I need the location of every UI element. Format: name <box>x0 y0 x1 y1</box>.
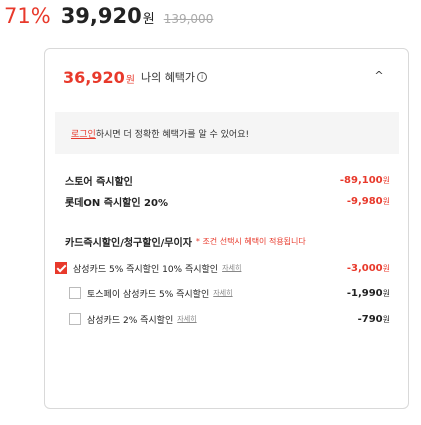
card-option-row[interactable]: 삼성카드 5% 즉시할인 10% 즉시할인 자세히 -3,000원 <box>55 260 390 276</box>
discount-label: 스토어 즉시할인 <box>65 176 133 188</box>
card-option-left: 토스페이 삼성카드 5% 즉시할인 자세히 <box>69 287 233 300</box>
card-discount-section-title: 카드즉시할인/청구할인/무이자 * 조건 선택시 혜택이 적용됩니다 <box>65 234 306 249</box>
card-option-detail-link[interactable]: 자세히 <box>177 314 196 324</box>
my-benefit-price-value: 36,920 <box>63 67 125 87</box>
card-option-checkbox[interactable] <box>55 262 67 274</box>
login-banner: 로그인 하시면 더 정확한 혜택가를 알 수 있어요! <box>55 112 399 154</box>
card-option-left: 삼성카드 2% 즉시할인 자세히 <box>69 313 197 326</box>
card-option-label: 삼성카드 5% 즉시할인 10% 즉시할인 <box>73 264 219 275</box>
card-option-label: 삼성카드 2% 즉시할인 <box>87 315 174 326</box>
card-option-left: 삼성카드 5% 즉시할인 10% 즉시할인 자세히 <box>55 262 241 275</box>
discount-row-store: 스토어 즉시할인 -89,100원 <box>65 173 390 188</box>
card-option-checkbox[interactable] <box>69 287 81 299</box>
card-option-amount: -790원 <box>358 314 390 325</box>
discount-amount: -9,980원 <box>347 196 390 207</box>
sale-price-unit: 원 <box>142 12 155 27</box>
card-option-amount-value: -1,990 <box>346 287 383 299</box>
discount-row-lotteon: 롯데ON 즉시할인 20% -9,980원 <box>65 194 390 209</box>
discount-label: 롯데ON 즉시할인 20% <box>65 197 168 209</box>
sale-price: 39,920원 <box>61 4 155 28</box>
card-option-amount-value: -3,000 <box>346 262 383 274</box>
my-benefit-label: 나의 혜택가 <box>140 71 196 84</box>
card-option-amount-value: -790 <box>357 313 383 325</box>
card-option-label: 토스페이 삼성카드 5% 즉시할인 <box>87 289 210 300</box>
card-section-note: * 조건 선택시 혜택이 적용됩니다 <box>195 236 306 246</box>
card-option-row[interactable]: 토스페이 삼성카드 5% 즉시할인 자세히 -1,990원 <box>69 285 390 301</box>
price-summary: 71% 39,920원 139,000 <box>4 4 213 34</box>
my-benefit-price-unit: 원 <box>125 74 135 86</box>
card-option-checkbox[interactable] <box>69 313 81 325</box>
card-option-detail-link[interactable]: 자세히 <box>222 263 241 273</box>
login-banner-text: 하시면 더 정확한 혜택가를 알 수 있어요! <box>95 129 250 140</box>
info-icon[interactable]: i <box>197 72 208 82</box>
card-option-amount-unit: 원 <box>382 288 390 298</box>
discount-amount-unit: 원 <box>382 175 390 185</box>
card-option-amount: -3,000원 <box>347 263 390 274</box>
login-link[interactable]: 로그인 <box>71 127 96 140</box>
panel-header[interactable]: 36,920원 나의 혜택가 i ^ <box>63 65 390 89</box>
chevron-up-icon[interactable]: ^ <box>370 67 388 85</box>
discount-amount: -89,100원 <box>340 175 390 186</box>
discount-amount-value: -9,980 <box>346 195 383 207</box>
card-option-amount-unit: 원 <box>382 314 390 324</box>
benefit-panel: 36,920원 나의 혜택가 i ^ 로그인 하시면 더 정확한 혜택가를 알 … <box>44 48 409 409</box>
card-section-title: 카드즉시할인/청구할인/무이자 <box>65 237 192 249</box>
sale-price-value: 39,920 <box>60 4 142 28</box>
original-price: 139,000 <box>163 12 214 26</box>
discount-amount-unit: 원 <box>382 196 390 206</box>
my-benefit-price: 36,920원 <box>63 68 135 87</box>
card-option-amount-unit: 원 <box>382 263 390 273</box>
card-option-detail-link[interactable]: 자세히 <box>213 288 232 298</box>
discount-rate: 71% <box>4 4 51 28</box>
card-option-row[interactable]: 삼성카드 2% 즉시할인 자세히 -790원 <box>69 311 390 327</box>
discount-amount-value: -89,100 <box>339 174 383 186</box>
card-option-amount: -1,990원 <box>347 288 390 299</box>
